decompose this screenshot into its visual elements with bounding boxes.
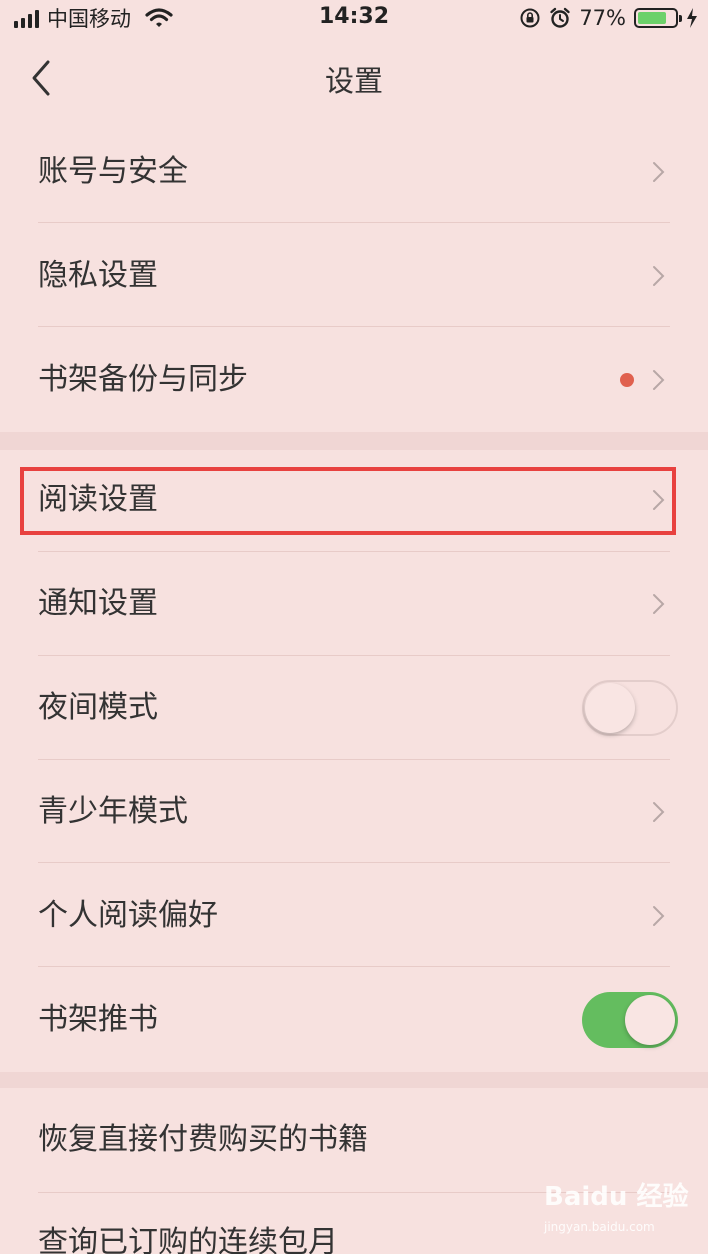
- row-label: 书架备份与同步: [38, 362, 248, 397]
- baidu-watermark-logo: Baidu 经验 jingyan.baidu.com: [544, 1176, 694, 1246]
- rotation-lock-icon: [520, 8, 540, 28]
- battery-percent: 77%: [579, 6, 626, 30]
- nav-bar: 设置: [0, 36, 708, 120]
- chevron-right-icon: [653, 802, 665, 822]
- row-shelf-recommend: 书架推书: [0, 968, 708, 1072]
- watermark-brand: Baidu 经验: [544, 1182, 689, 1212]
- row-label: 通知设置: [38, 586, 158, 621]
- status-bar: 中国移动 14:32 77%: [0, 0, 708, 36]
- row-label: 个人阅读偏好: [38, 898, 218, 933]
- row-teen-mode[interactable]: 青少年模式: [0, 760, 708, 864]
- divider: [38, 862, 670, 863]
- row-privacy[interactable]: 隐私设置: [0, 224, 708, 328]
- row-label: 查询已订购的连续包月: [38, 1225, 338, 1254]
- notification-dot: [620, 373, 634, 387]
- watermark-url: jingyan.baidu.com: [544, 1220, 655, 1234]
- page-title: 设置: [324, 64, 383, 98]
- toggle-knob: [585, 683, 635, 733]
- row-reading-preference[interactable]: 个人阅读偏好: [0, 864, 708, 968]
- night-mode-toggle[interactable]: [582, 680, 678, 736]
- status-right: 77%: [519, 4, 698, 32]
- charging-bolt-icon: [687, 8, 697, 28]
- toggle-knob: [625, 995, 675, 1045]
- row-account-security[interactable]: 账号与安全: [0, 120, 708, 224]
- divider: [38, 966, 670, 967]
- section-gap: [0, 432, 708, 450]
- divider: [38, 326, 670, 327]
- row-label: 青少年模式: [38, 794, 188, 829]
- highlight-annotation: [20, 467, 676, 535]
- row-night-mode: 夜间模式: [0, 656, 708, 760]
- divider: [38, 222, 670, 223]
- battery-tip: [679, 15, 682, 22]
- shelf-recommend-toggle[interactable]: [582, 992, 678, 1048]
- row-notification[interactable]: 通知设置: [0, 552, 708, 656]
- row-label: 夜间模式: [38, 690, 158, 725]
- row-label: 账号与安全: [38, 154, 188, 189]
- row-label: 恢复直接付费购买的书籍: [38, 1122, 368, 1157]
- row-label: 隐私设置: [38, 258, 158, 293]
- chevron-right-icon: [653, 906, 665, 926]
- battery-fill: [638, 12, 666, 24]
- section-gap: [0, 1072, 708, 1088]
- chevron-right-icon: [653, 266, 665, 286]
- chevron-right-icon: [653, 162, 665, 182]
- chevron-right-icon: [653, 594, 665, 614]
- row-label: 书架推书: [38, 1002, 158, 1037]
- row-shelf-backup[interactable]: 书架备份与同步: [0, 328, 708, 432]
- battery-icon: [634, 8, 682, 28]
- alarm-icon: [550, 7, 571, 28]
- chevron-right-icon: [653, 370, 665, 390]
